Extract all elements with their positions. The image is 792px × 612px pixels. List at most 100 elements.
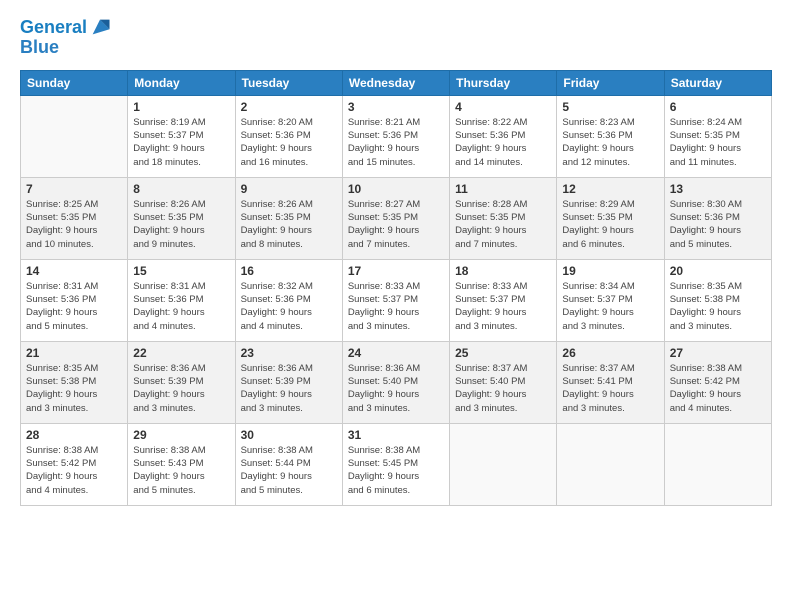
day-number: 9 — [241, 182, 337, 196]
day-number: 10 — [348, 182, 444, 196]
day-number: 24 — [348, 346, 444, 360]
day-info: Sunrise: 8:38 AM Sunset: 5:45 PM Dayligh… — [348, 444, 444, 497]
calendar-cell: 20 Sunrise: 8:35 AM Sunset: 5:38 PM Dayli… — [664, 259, 771, 341]
day-info: Sunrise: 8:37 AM Sunset: 5:41 PM Dayligh… — [562, 362, 658, 415]
day-number: 19 — [562, 264, 658, 278]
calendar-cell: 29 Sunrise: 8:38 AM Sunset: 5:43 PM Dayli… — [128, 423, 235, 505]
calendar-cell: 7Sunrise: 8:25 AM Sunset: 5:35 PM Daylig… — [21, 177, 128, 259]
day-number: 2 — [241, 100, 337, 114]
calendar-cell: 1 Sunrise: 8:19 AM Sunset: 5:37 PM Daylig… — [128, 95, 235, 177]
day-info: Sunrise: 8:26 AM Sunset: 5:35 PM Dayligh… — [133, 198, 229, 251]
day-info: Sunrise: 8:31 AM Sunset: 5:36 PM Dayligh… — [26, 280, 122, 333]
day-number: 16 — [241, 264, 337, 278]
logo-icon — [89, 16, 111, 38]
day-number: 4 — [455, 100, 551, 114]
day-info: Sunrise: 8:38 AM Sunset: 5:44 PM Dayligh… — [241, 444, 337, 497]
day-number: 6 — [670, 100, 766, 114]
day-info: Sunrise: 8:23 AM Sunset: 5:36 PM Dayligh… — [562, 116, 658, 169]
day-info: Sunrise: 8:19 AM Sunset: 5:37 PM Dayligh… — [133, 116, 229, 169]
day-info: Sunrise: 8:24 AM Sunset: 5:35 PM Dayligh… — [670, 116, 766, 169]
day-info: Sunrise: 8:35 AM Sunset: 5:38 PM Dayligh… — [670, 280, 766, 333]
day-info: Sunrise: 8:36 AM Sunset: 5:39 PM Dayligh… — [241, 362, 337, 415]
day-info: Sunrise: 8:27 AM Sunset: 5:35 PM Dayligh… — [348, 198, 444, 251]
day-number: 30 — [241, 428, 337, 442]
day-number: 18 — [455, 264, 551, 278]
day-info: Sunrise: 8:29 AM Sunset: 5:35 PM Dayligh… — [562, 198, 658, 251]
calendar-cell: 27Sunrise: 8:38 AM Sunset: 5:42 PM Dayli… — [664, 341, 771, 423]
day-info: Sunrise: 8:21 AM Sunset: 5:36 PM Dayligh… — [348, 116, 444, 169]
calendar-cell: 17Sunrise: 8:33 AM Sunset: 5:37 PM Dayli… — [342, 259, 449, 341]
day-number: 31 — [348, 428, 444, 442]
day-info: Sunrise: 8:35 AM Sunset: 5:38 PM Dayligh… — [26, 362, 122, 415]
calendar-cell: 11Sunrise: 8:28 AM Sunset: 5:35 PM Dayli… — [450, 177, 557, 259]
calendar-cell: 24 Sunrise: 8:36 AM Sunset: 5:40 PM Dayli… — [342, 341, 449, 423]
day-number: 5 — [562, 100, 658, 114]
calendar-cell: 9 Sunrise: 8:26 AM Sunset: 5:35 PM Daylig… — [235, 177, 342, 259]
calendar-cell: 21 Sunrise: 8:35 AM Sunset: 5:38 PM Dayli… — [21, 341, 128, 423]
day-info: Sunrise: 8:26 AM Sunset: 5:35 PM Dayligh… — [241, 198, 337, 251]
calendar-cell: 16Sunrise: 8:32 AM Sunset: 5:36 PM Dayli… — [235, 259, 342, 341]
day-info: Sunrise: 8:38 AM Sunset: 5:43 PM Dayligh… — [133, 444, 229, 497]
calendar-cell: 28Sunrise: 8:38 AM Sunset: 5:42 PM Dayli… — [21, 423, 128, 505]
calendar-cell: 22 Sunrise: 8:36 AM Sunset: 5:39 PM Dayli… — [128, 341, 235, 423]
calendar-cell: 8Sunrise: 8:26 AM Sunset: 5:35 PM Daylig… — [128, 177, 235, 259]
day-number: 17 — [348, 264, 444, 278]
day-number: 21 — [26, 346, 122, 360]
day-number: 27 — [670, 346, 766, 360]
day-info: Sunrise: 8:38 AM Sunset: 5:42 PM Dayligh… — [26, 444, 122, 497]
weekday-header: Monday — [128, 70, 235, 95]
day-number: 29 — [133, 428, 229, 442]
day-number: 20 — [670, 264, 766, 278]
logo-text: General — [20, 18, 87, 38]
logo: General Blue — [20, 18, 111, 58]
calendar-cell: 30 Sunrise: 8:38 AM Sunset: 5:44 PM Dayli… — [235, 423, 342, 505]
calendar-cell — [557, 423, 664, 505]
calendar-cell: 15 Sunrise: 8:31 AM Sunset: 5:36 PM Dayli… — [128, 259, 235, 341]
calendar-cell — [21, 95, 128, 177]
calendar-cell: 10 Sunrise: 8:27 AM Sunset: 5:35 PM Dayli… — [342, 177, 449, 259]
calendar-cell: 4 Sunrise: 8:22 AM Sunset: 5:36 PM Daylig… — [450, 95, 557, 177]
calendar-week-row: 28Sunrise: 8:38 AM Sunset: 5:42 PM Dayli… — [21, 423, 772, 505]
day-number: 25 — [455, 346, 551, 360]
day-info: Sunrise: 8:37 AM Sunset: 5:40 PM Dayligh… — [455, 362, 551, 415]
day-info: Sunrise: 8:22 AM Sunset: 5:36 PM Dayligh… — [455, 116, 551, 169]
calendar-cell: 23Sunrise: 8:36 AM Sunset: 5:39 PM Dayli… — [235, 341, 342, 423]
day-number: 22 — [133, 346, 229, 360]
day-number: 11 — [455, 182, 551, 196]
calendar-week-row: 1 Sunrise: 8:19 AM Sunset: 5:37 PM Daylig… — [21, 95, 772, 177]
weekday-header: Tuesday — [235, 70, 342, 95]
calendar-cell — [664, 423, 771, 505]
calendar-cell — [450, 423, 557, 505]
header: General Blue — [20, 18, 772, 58]
weekday-header: Saturday — [664, 70, 771, 95]
day-info: Sunrise: 8:20 AM Sunset: 5:36 PM Dayligh… — [241, 116, 337, 169]
calendar-cell: 25 Sunrise: 8:37 AM Sunset: 5:40 PM Dayli… — [450, 341, 557, 423]
day-info: Sunrise: 8:33 AM Sunset: 5:37 PM Dayligh… — [455, 280, 551, 333]
calendar-cell: 6 Sunrise: 8:24 AM Sunset: 5:35 PM Daylig… — [664, 95, 771, 177]
day-number: 15 — [133, 264, 229, 278]
day-info: Sunrise: 8:36 AM Sunset: 5:39 PM Dayligh… — [133, 362, 229, 415]
calendar-week-row: 14Sunrise: 8:31 AM Sunset: 5:36 PM Dayli… — [21, 259, 772, 341]
weekday-header: Wednesday — [342, 70, 449, 95]
page-container: General Blue SundayMondayTuesdayWednesda… — [0, 0, 792, 612]
calendar-cell: 12 Sunrise: 8:29 AM Sunset: 5:35 PM Dayli… — [557, 177, 664, 259]
day-info: Sunrise: 8:31 AM Sunset: 5:36 PM Dayligh… — [133, 280, 229, 333]
calendar-cell: 3 Sunrise: 8:21 AM Sunset: 5:36 PM Daylig… — [342, 95, 449, 177]
calendar-cell: 18 Sunrise: 8:33 AM Sunset: 5:37 PM Dayli… — [450, 259, 557, 341]
day-info: Sunrise: 8:30 AM Sunset: 5:36 PM Dayligh… — [670, 198, 766, 251]
calendar-cell: 19 Sunrise: 8:34 AM Sunset: 5:37 PM Dayli… — [557, 259, 664, 341]
calendar-table: SundayMondayTuesdayWednesdayThursdayFrid… — [20, 70, 772, 506]
day-number: 26 — [562, 346, 658, 360]
day-number: 3 — [348, 100, 444, 114]
calendar-cell: 13Sunrise: 8:30 AM Sunset: 5:36 PM Dayli… — [664, 177, 771, 259]
weekday-header: Sunday — [21, 70, 128, 95]
calendar-week-row: 21 Sunrise: 8:35 AM Sunset: 5:38 PM Dayli… — [21, 341, 772, 423]
weekday-header: Thursday — [450, 70, 557, 95]
day-number: 12 — [562, 182, 658, 196]
logo-text-blue: Blue — [20, 38, 111, 58]
day-number: 1 — [133, 100, 229, 114]
calendar-cell: 31 Sunrise: 8:38 AM Sunset: 5:45 PM Dayli… — [342, 423, 449, 505]
day-info: Sunrise: 8:36 AM Sunset: 5:40 PM Dayligh… — [348, 362, 444, 415]
calendar-cell: 26 Sunrise: 8:37 AM Sunset: 5:41 PM Dayli… — [557, 341, 664, 423]
day-info: Sunrise: 8:34 AM Sunset: 5:37 PM Dayligh… — [562, 280, 658, 333]
